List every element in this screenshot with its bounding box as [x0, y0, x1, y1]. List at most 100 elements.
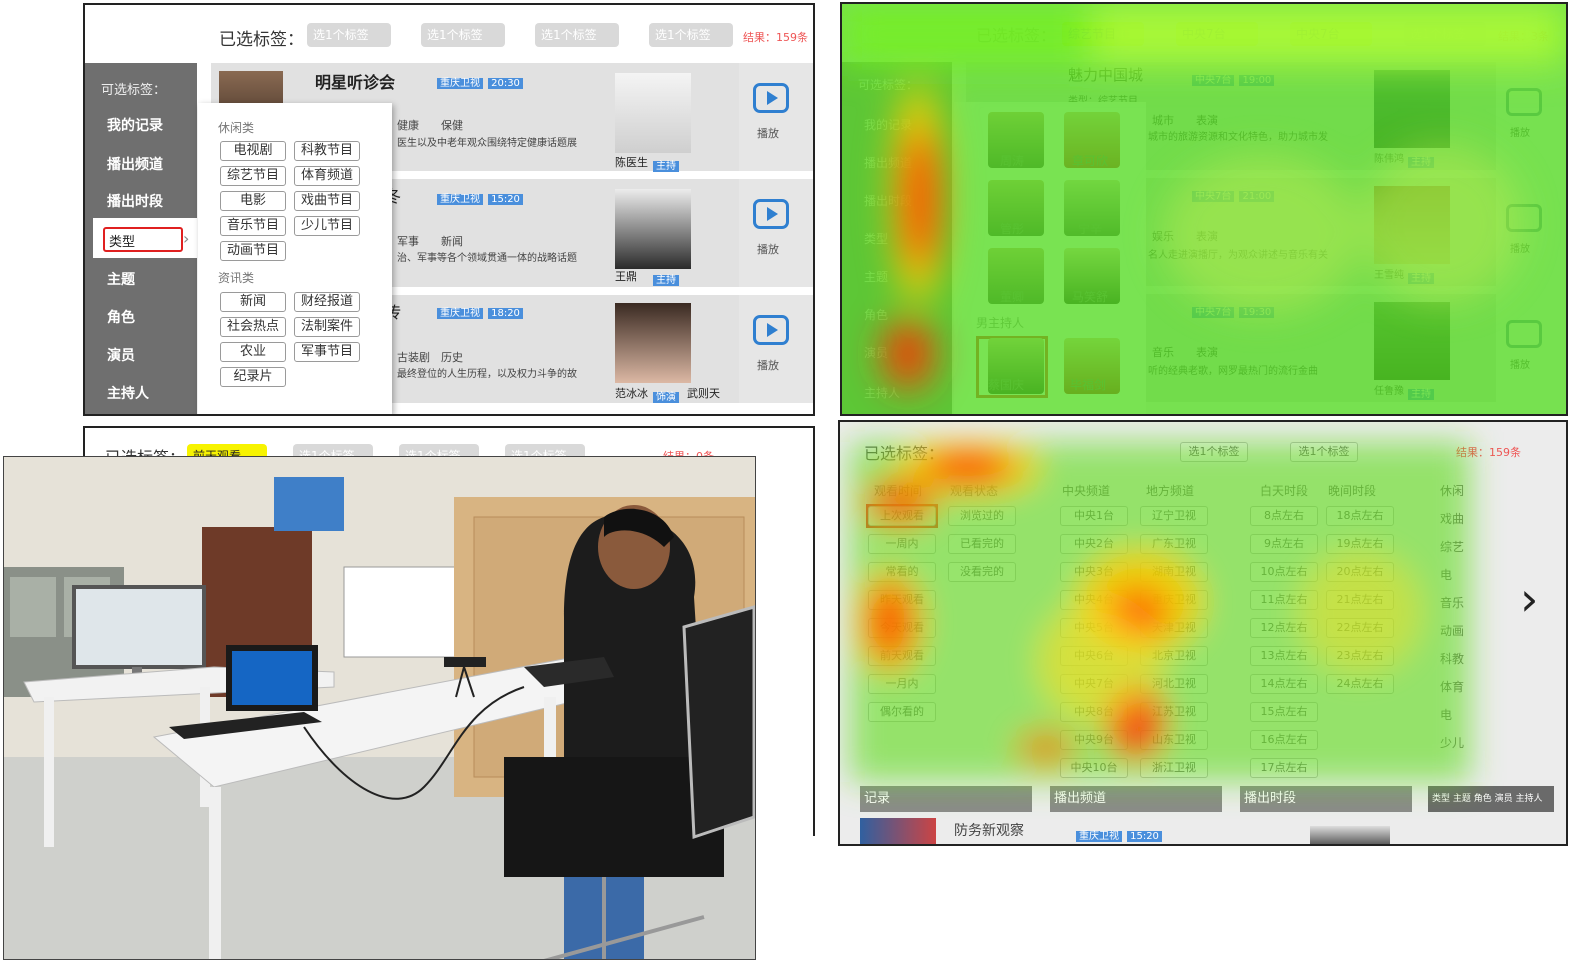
chip[interactable]: 科教节目 — [294, 141, 360, 161]
sidebar-item-host[interactable]: 主持人 — [85, 375, 197, 413]
option-chip[interactable]: 一周内 — [868, 534, 936, 554]
play-button[interactable]: 播放 — [739, 63, 813, 171]
play-button[interactable]: 播放 — [739, 295, 813, 403]
option-chip[interactable]: 没看完的 — [948, 562, 1016, 582]
play-icon[interactable] — [1506, 204, 1542, 232]
tag-slot-2[interactable]: 选1个标签 — [1290, 442, 1358, 462]
tag-slot-4[interactable]: 选1个标签 — [649, 23, 733, 47]
chip[interactable]: 法制案件 — [294, 317, 360, 337]
option-chip[interactable]: 18点左右 — [1326, 506, 1394, 526]
option-chip[interactable]: 山东卫视 — [1140, 730, 1208, 750]
option-chip[interactable]: 10点左右 — [1250, 562, 1318, 582]
sidebar-item-theme[interactable]: 主题 — [85, 261, 197, 299]
footer-tab-records[interactable]: 记录 — [860, 786, 1032, 812]
option-chip[interactable]: 中央4台 — [1060, 590, 1128, 610]
option-chip[interactable]: 中央9台 — [1060, 730, 1128, 750]
option-chip[interactable]: 12点左右 — [1250, 618, 1318, 638]
option-chip[interactable]: 浏览过的 — [948, 506, 1016, 526]
option-chip[interactable]: 重庆卫视 — [1140, 590, 1208, 610]
tag-slot-4[interactable]: 选1个标签 — [1404, 22, 1486, 46]
play-button[interactable]: 播放 — [739, 179, 813, 287]
sidebar-item[interactable]: 播出频道 — [864, 154, 912, 171]
option-chip[interactable]: 一月内 — [868, 674, 936, 694]
option-chip[interactable]: 浙江卫视 — [1140, 758, 1208, 778]
chip[interactable]: 财经报道 — [294, 292, 360, 312]
genre-item[interactable]: 动画 — [1440, 622, 1464, 639]
option-chip[interactable]: 19点左右 — [1326, 534, 1394, 554]
tag-slot-3[interactable]: 中央7台 — [1290, 22, 1372, 46]
footer-tab-more[interactable]: 类型 主题 角色 演员 主持人 — [1428, 786, 1554, 812]
option-chip[interactable]: 中央2台 — [1060, 534, 1128, 554]
sidebar-item-timeslot[interactable]: 播出时段 — [85, 183, 197, 221]
sidebar-item-actor[interactable]: 演员 — [85, 337, 197, 375]
chip[interactable]: 纪录片 — [220, 367, 286, 387]
option-chip[interactable]: 8点左右 — [1250, 506, 1318, 526]
chip[interactable]: 综艺节目 — [220, 166, 286, 186]
genre-item[interactable]: 科教 — [1440, 650, 1464, 667]
option-chip[interactable]: 常看的 — [868, 562, 936, 582]
sidebar-item[interactable]: 演员 — [864, 344, 888, 361]
option-chip[interactable]: 24点左右 — [1326, 674, 1394, 694]
option-chip[interactable]: 中央7台 — [1060, 674, 1128, 694]
footer-tab-timeslot[interactable]: 播出时段 — [1240, 786, 1412, 812]
genre-item[interactable]: 体育 — [1440, 678, 1464, 695]
next-page-arrow[interactable]: › — [1520, 572, 1538, 626]
option-chip[interactable]: 中央10台 — [1060, 758, 1128, 778]
option-chip[interactable]: 20点左右 — [1326, 562, 1394, 582]
option-chip[interactable]: 上次观看 — [868, 506, 936, 526]
tag-slot-3[interactable]: 选1个标签 — [535, 23, 619, 47]
tag-slot-1[interactable]: 选1个标签 — [307, 23, 391, 47]
option-chip[interactable]: 江苏卫视 — [1140, 702, 1208, 722]
genre-item[interactable]: 戏曲 — [1440, 510, 1464, 527]
option-chip[interactable]: 14点左右 — [1250, 674, 1318, 694]
option-chip[interactable]: 中央8台 — [1060, 702, 1128, 722]
option-chip[interactable]: 昨天观看 — [868, 590, 936, 610]
option-chip[interactable]: 中央1台 — [1060, 506, 1128, 526]
option-chip[interactable]: 辽宁卫视 — [1140, 506, 1208, 526]
tag-slot-1[interactable]: 选1个标签 — [1180, 442, 1248, 462]
chip[interactable]: 动画节目 — [220, 241, 286, 261]
genre-item[interactable]: 音乐 — [1440, 594, 1464, 611]
chip[interactable]: 电视剧 — [220, 141, 286, 161]
sidebar-item[interactable]: 播出时段 — [864, 192, 912, 209]
genre-item[interactable]: 电 — [1440, 566, 1452, 583]
option-chip[interactable]: 15点左右 — [1250, 702, 1318, 722]
chip[interactable]: 军事节目 — [294, 342, 360, 362]
option-chip[interactable]: 天津卫视 — [1140, 618, 1208, 638]
option-chip[interactable]: 河北卫视 — [1140, 674, 1208, 694]
chip[interactable]: 戏曲节目 — [294, 191, 360, 211]
option-chip[interactable]: 17点左右 — [1250, 758, 1318, 778]
sidebar-item-role[interactable]: 角色 — [85, 299, 197, 337]
sidebar-item[interactable]: 类型 — [864, 230, 888, 247]
genre-item[interactable]: 少儿 — [1440, 734, 1464, 751]
chip[interactable]: 农业 — [220, 342, 286, 362]
play-icon[interactable] — [1506, 88, 1542, 116]
option-chip[interactable]: 21点左右 — [1326, 590, 1394, 610]
chip[interactable]: 音乐节目 — [220, 216, 286, 236]
tag-slot-1[interactable]: 综艺节目 — [1062, 22, 1144, 46]
footer-tab-channel[interactable]: 播出频道 — [1050, 786, 1222, 812]
option-chip[interactable]: 偶尔看的 — [868, 702, 936, 722]
chip[interactable]: 社会热点 — [220, 317, 286, 337]
option-chip[interactable]: 今天观看 — [868, 618, 936, 638]
option-chip[interactable]: 23点左右 — [1326, 646, 1394, 666]
option-chip[interactable]: 湖南卫视 — [1140, 562, 1208, 582]
sidebar-item-channel[interactable]: 播出频道 — [85, 146, 197, 184]
option-chip[interactable]: 16点左右 — [1250, 730, 1318, 750]
play-icon[interactable] — [1506, 320, 1542, 348]
option-chip[interactable]: 13点左右 — [1250, 646, 1318, 666]
sidebar-item-records[interactable]: 我的记录 — [85, 107, 197, 145]
option-chip[interactable]: 中央5台 — [1060, 618, 1128, 638]
option-chip[interactable]: 中央6台 — [1060, 646, 1128, 666]
option-chip[interactable]: 前天观看 — [868, 646, 936, 666]
chip[interactable]: 少儿节目 — [294, 216, 360, 236]
option-chip[interactable]: 9点左右 — [1250, 534, 1318, 554]
tag-slot-2[interactable]: 中央7台 — [1176, 22, 1258, 46]
option-chip[interactable]: 中央3台 — [1060, 562, 1128, 582]
option-chip[interactable]: 11点左右 — [1250, 590, 1318, 610]
option-chip[interactable]: 已看完的 — [948, 534, 1016, 554]
sidebar-item[interactable]: 我的记录 — [864, 116, 912, 133]
option-chip[interactable]: 广东卫视 — [1140, 534, 1208, 554]
genre-item[interactable]: 综艺 — [1440, 538, 1464, 555]
genre-item[interactable]: 电 — [1440, 706, 1452, 723]
